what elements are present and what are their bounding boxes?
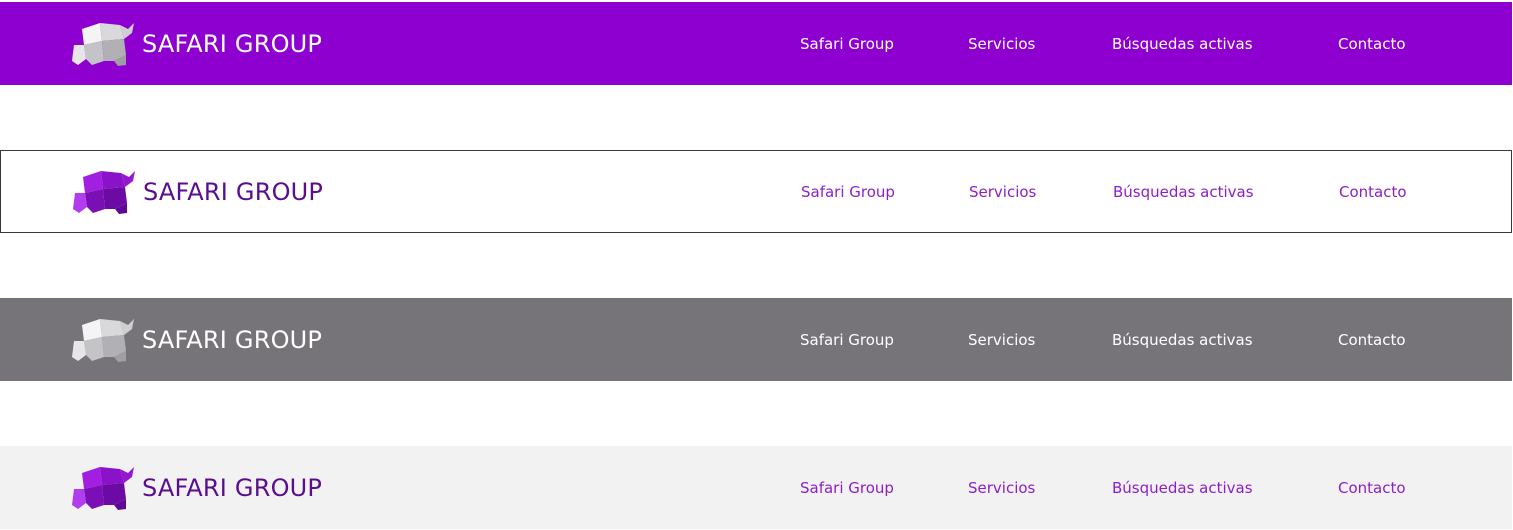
nav-link-servicios[interactable]: Servicios: [969, 180, 1036, 204]
main-nav: Safari Group Servicios Búsquedas activas…: [0, 328, 1512, 352]
nav-link-busquedas-activas[interactable]: Búsquedas activas: [1112, 328, 1253, 352]
navbar-purple: SAFARI GROUP Safari Group Servicios Búsq…: [0, 2, 1512, 85]
nav-link-contacto[interactable]: Contacto: [1339, 180, 1407, 204]
nav-link-busquedas-activas[interactable]: Búsquedas activas: [1113, 180, 1254, 204]
nav-link-contacto[interactable]: Contacto: [1338, 328, 1406, 352]
navbar-gray: SAFARI GROUP Safari Group Servicios Búsq…: [0, 298, 1512, 381]
nav-link-contacto[interactable]: Contacto: [1338, 476, 1406, 500]
navbar-light-gray: SAFARI GROUP Safari Group Servicios Búsq…: [0, 446, 1512, 529]
nav-link-servicios[interactable]: Servicios: [968, 32, 1035, 56]
nav-link-safari-group[interactable]: Safari Group: [800, 32, 894, 56]
nav-link-safari-group[interactable]: Safari Group: [800, 476, 894, 500]
main-nav: Safari Group Servicios Búsquedas activas…: [1, 180, 1511, 204]
main-nav: Safari Group Servicios Búsquedas activas…: [0, 476, 1512, 500]
nav-link-busquedas-activas[interactable]: Búsquedas activas: [1112, 32, 1253, 56]
main-nav: Safari Group Servicios Búsquedas activas…: [0, 32, 1512, 56]
nav-link-safari-group[interactable]: Safari Group: [800, 328, 894, 352]
nav-link-servicios[interactable]: Servicios: [968, 476, 1035, 500]
nav-link-contacto[interactable]: Contacto: [1338, 32, 1406, 56]
nav-link-busquedas-activas[interactable]: Búsquedas activas: [1112, 476, 1253, 500]
nav-link-safari-group[interactable]: Safari Group: [801, 180, 895, 204]
navbar-variants-page: SAFARI GROUP Safari Group Servicios Búsq…: [0, 0, 1513, 530]
nav-link-servicios[interactable]: Servicios: [968, 328, 1035, 352]
navbar-white-bordered: SAFARI GROUP Safari Group Servicios Búsq…: [0, 150, 1512, 233]
